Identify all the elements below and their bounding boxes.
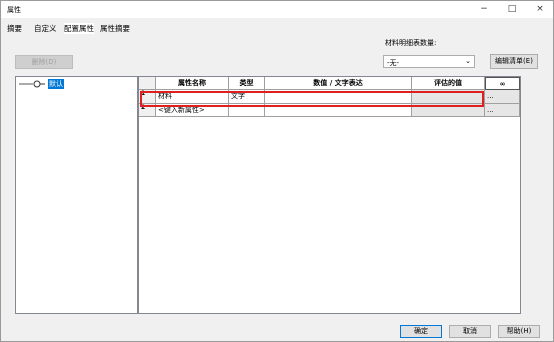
- tab-config-properties[interactable]: 配置属性: [64, 23, 94, 34]
- column-header-evaluated: 评估的值: [412, 77, 485, 90]
- properties-grid: 属性名称 类型 数值 / 文字表达 评估的值 ∞ 1 材料 文字 ... 2 <…: [138, 76, 521, 314]
- dialog-footer: 确定 取消 帮助(H): [1, 320, 553, 341]
- edit-list-button[interactable]: 编辑清单(E): [490, 54, 538, 69]
- window-title: 属性: [7, 6, 21, 14]
- help-button[interactable]: 帮助(H): [498, 325, 540, 338]
- properties-window: 属性 − □ × 摘要 自定义 配置属性 属性摘要 删除(D) 材料明细表数量:…: [0, 0, 554, 342]
- tree-node-default[interactable]: 默认: [48, 79, 64, 89]
- cancel-button[interactable]: 取消: [449, 325, 491, 338]
- tab-properties-summary[interactable]: 属性摘要: [100, 23, 130, 34]
- delete-button[interactable]: 删除(D): [15, 55, 73, 69]
- column-header-value: 数值 / 文字表达: [265, 77, 412, 90]
- ok-button[interactable]: 确定: [400, 325, 442, 338]
- bom-quantity-value: -无-: [387, 59, 400, 67]
- tab-bar: 摘要 自定义 配置属性 属性摘要: [1, 20, 553, 34]
- tree-node-icon: [19, 80, 45, 88]
- chevron-down-icon: ⌄: [465, 57, 471, 65]
- bom-quantity-label: 材料明细表数量:: [385, 39, 437, 47]
- configuration-tree: 默认: [15, 76, 138, 314]
- close-button[interactable]: ×: [526, 1, 554, 18]
- title-bar: 属性 − □ ×: [1, 1, 553, 18]
- minimize-button[interactable]: −: [470, 1, 498, 18]
- bom-quantity-select[interactable]: -无- ⌄: [383, 55, 475, 68]
- highlight-annotation: [140, 91, 484, 107]
- row-extra-cell[interactable]: ...: [485, 90, 520, 104]
- grid-corner: [139, 77, 156, 90]
- tab-custom[interactable]: 自定义: [34, 23, 57, 34]
- column-header-name: 属性名称: [156, 77, 229, 90]
- column-header-type: 类型: [229, 77, 265, 90]
- tab-summary[interactable]: 摘要: [7, 23, 22, 34]
- row-extra-cell[interactable]: ...: [485, 104, 520, 117]
- link-column-button[interactable]: ∞: [485, 77, 520, 90]
- maximize-button[interactable]: □: [498, 1, 526, 18]
